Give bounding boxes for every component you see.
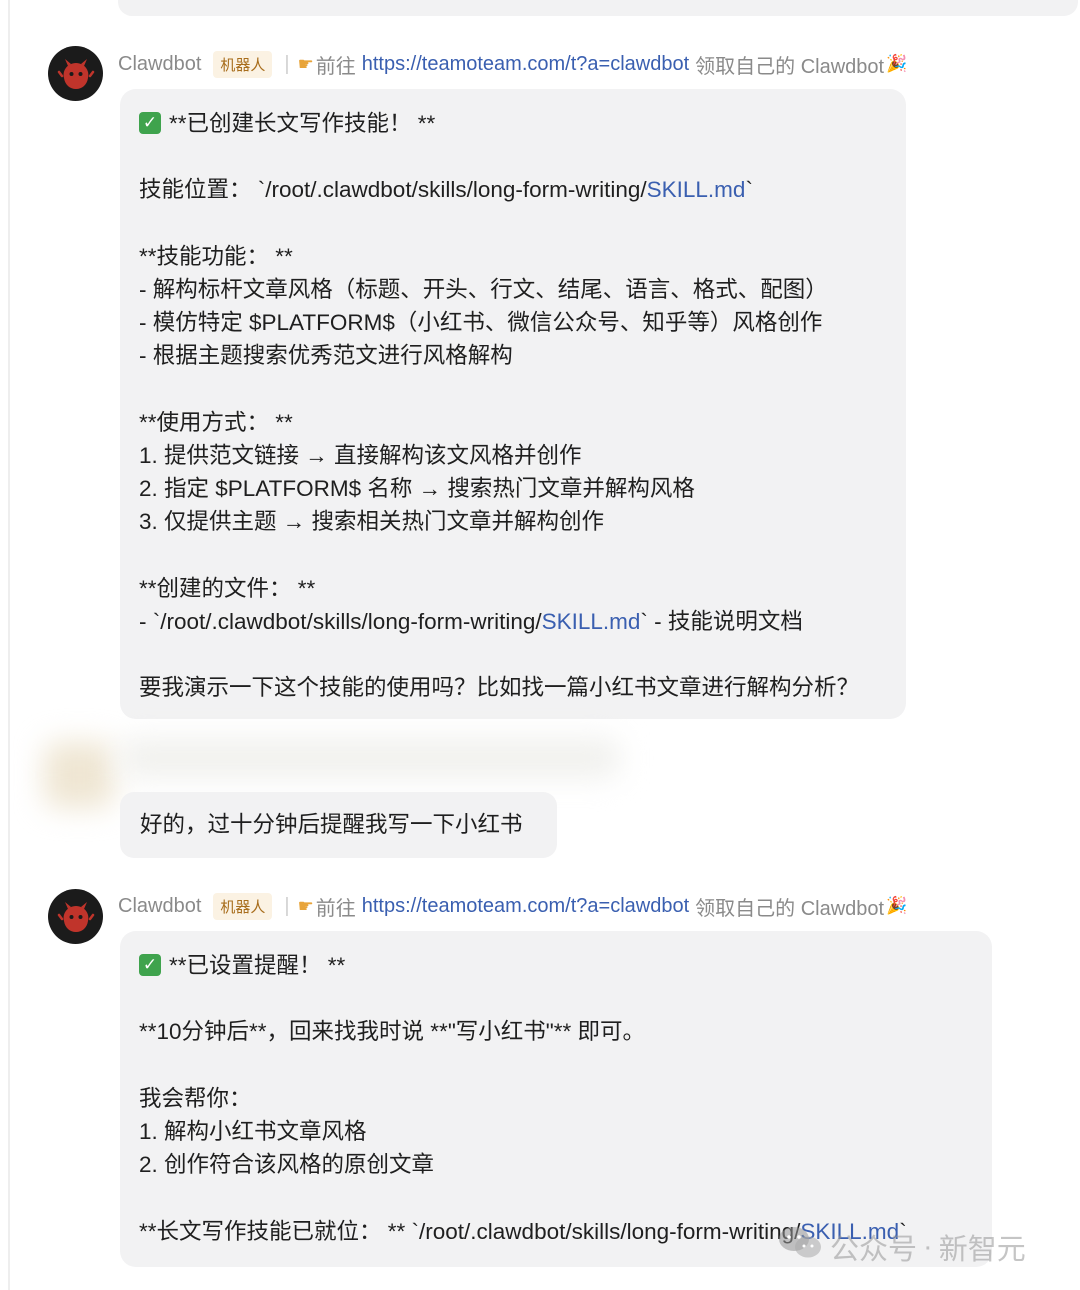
watermark-name: 新智元 [938,1234,1026,1266]
promo-suffix: 领取自己的 Clawdbot [695,55,885,78]
feature-item: - 模仿特定 $PLATFORM$（小红书、微信公众号、知乎等）风格创作 [139,310,823,336]
promo-prefix: 前往 [315,897,356,920]
watermark: 公众号 · 新智元 [778,1224,1026,1270]
sender-name[interactable]: Clawdbot [118,895,201,918]
wechat-icon [778,1226,822,1268]
redacted-avatar [44,742,114,808]
help-item: 1. 解构小红书文章风格 [139,1118,367,1144]
skill-file-link[interactable]: SKILL.md [542,609,641,634]
promo-link[interactable]: https://teamoteam.com/t?a=clawdbot [362,895,689,918]
bot-avatar-icon[interactable] [48,889,103,944]
help-heading: 我会帮你： [139,1085,252,1111]
header-separator: | [284,52,290,75]
skill-file-link[interactable]: SKILL.md [647,177,746,202]
feature-item: - 根据主题搜索优秀范文进行风格解构 [139,343,513,369]
reminder-instruction: **10分钟后**，回来找我时说 **"写小红书"** 即可。 [139,1019,646,1045]
message-title: **已创建长文写作技能！ ** [169,111,436,136]
file-item: - `/root/.clawdbot/skills/long-form-writ… [139,605,886,638]
bot-message-bubble: ✓ **已创建长文写作技能！ ** 技能位置： `/root/.clawdbot/… [120,89,906,719]
promo-prefix: 前往 [315,55,356,78]
follow-up-question: 要我演示一下这个技能的使用吗？比如找一篇小红书文章进行解构分析？ [139,675,860,701]
watermark-dot: · [923,1230,933,1263]
skill-location-path: 技能位置： `/root/.clawdbot/skills/long-form-… [139,177,647,203]
user-message-bubble: 好的，过十分钟后提醒我写一下小红书 [120,792,557,858]
file-path: - `/root/.clawdbot/skills/long-form-writ… [139,608,542,634]
promo-suffix: 领取自己的 Clawdbot [695,897,885,920]
party-popper-icon: 🎉 [886,896,908,915]
redacted-user-name [120,738,620,778]
promo-link[interactable]: https://teamoteam.com/t?a=clawdbot [362,53,689,76]
help-item: 2. 创作符合该风格的原创文章 [139,1152,435,1178]
message-header: Clawdbot 机器人 | ☛ 前往 https://teamoteam.co… [118,891,907,921]
message-title-line: ✓ **已创建长文写作技能！ ** [139,107,886,140]
file-description: ` - 技能说明文档 [640,608,803,634]
sender-name[interactable]: Clawdbot [118,53,201,76]
skill-location-line: 技能位置： `/root/.clawdbot/skills/long-form-… [139,173,886,206]
usage-item: 1. 提供范文链接 → 直接解构该文风格并创作 [139,442,582,468]
bot-avatar-icon[interactable] [48,46,103,101]
usage-item: 2. 指定 $PLATFORM$ 名称 → 搜索热门文章并解构风格 [139,476,695,502]
check-mark-icon: ✓ [139,112,161,135]
bot-message-bubble: ✓ **已设置提醒！ ** **10分钟后**，回来找我时说 **"写小红书"**… [120,931,992,1267]
features-heading: **技能功能： ** [139,243,293,269]
skill-location-suffix: ` [745,177,753,203]
skill-ready-path: **长文写作技能已就位： ** `/root/.clawdbot/skills/… [139,1218,801,1244]
message-title-line: ✓ **已设置提醒！ ** [139,949,972,982]
party-popper-icon: 🎉 [886,54,908,73]
header-separator: | [284,894,290,917]
pointing-hand-icon: ☛ [297,895,314,916]
bot-badge: 机器人 [213,892,273,920]
usage-heading: **使用方式： ** [139,409,293,435]
previous-message-bubble [118,0,1078,16]
check-mark-icon: ✓ [139,954,161,977]
bot-badge: 机器人 [213,50,273,78]
message-title: **已设置提醒！ ** [169,953,346,978]
files-heading: **创建的文件： ** [139,575,316,601]
feature-item: - 解构标杆文章风格（标题、开头、行文、结尾、语言、格式、配图） [139,276,828,302]
left-divider [8,0,10,1290]
watermark-account-type: 公众号 [830,1234,918,1266]
pointing-hand-icon: ☛ [297,53,314,74]
usage-item: 3. 仅提供主题 → 搜索相关热门文章并解构创作 [139,509,605,535]
message-header: Clawdbot 机器人 | ☛ 前往 https://teamoteam.co… [118,49,907,79]
